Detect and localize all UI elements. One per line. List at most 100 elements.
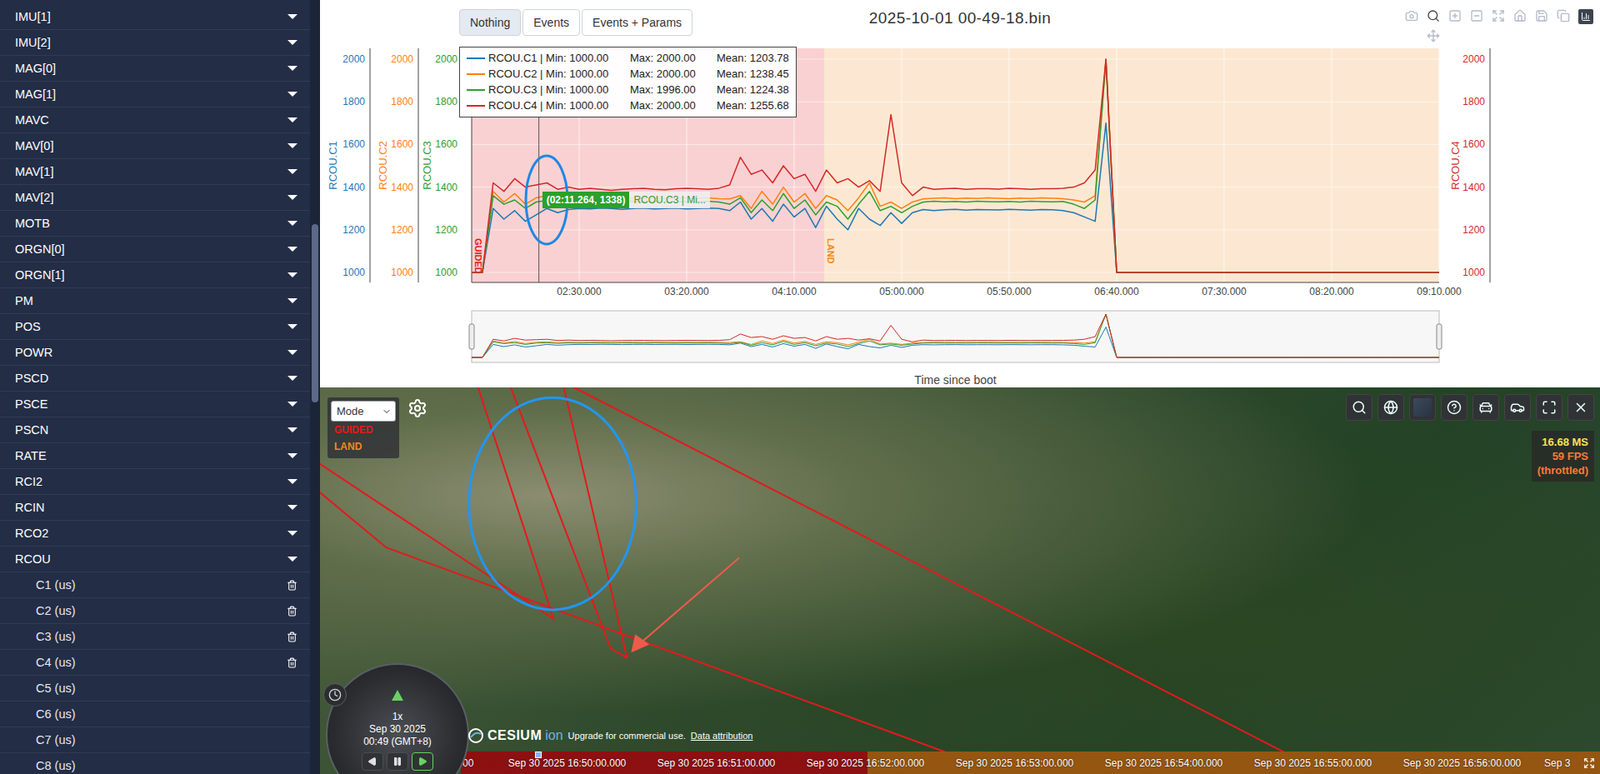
globe-button[interactable] [1377, 394, 1405, 421]
message-item[interactable]: PSCE [0, 391, 310, 418]
message-item[interactable]: POS [0, 314, 310, 340]
caret-icon[interactable] [287, 169, 298, 175]
message-item[interactable]: PSCD [0, 365, 310, 392]
caret-icon[interactable] [287, 143, 298, 149]
filter-button[interactable]: Events [522, 9, 580, 36]
gear-icon[interactable] [407, 398, 428, 419]
caret-icon[interactable] [287, 65, 298, 71]
message-item[interactable]: IMU[1] [0, 4, 310, 30]
layer-button[interactable] [1409, 394, 1436, 421]
field-item[interactable]: C8 (us) [0, 753, 310, 774]
expand-icon[interactable] [1583, 757, 1595, 770]
legend-swatch[interactable] [466, 73, 485, 75]
play-button[interactable] [411, 752, 434, 771]
home-icon[interactable] [1513, 9, 1527, 23]
caret-icon[interactable] [287, 272, 298, 278]
scrollbar[interactable] [310, 0, 320, 774]
caret-icon[interactable] [287, 246, 298, 252]
caret-icon[interactable] [287, 195, 298, 200]
field-item[interactable]: C4 (us) [0, 650, 310, 676]
field-item[interactable]: C1 (us) [0, 572, 310, 599]
fullscreen-button[interactable] [1583, 757, 1595, 770]
legend-label[interactable]: RCOU.C2 | Min: 1000.00 [488, 67, 630, 81]
reverse-button[interactable] [361, 752, 384, 771]
field-item[interactable]: C7 (us) [0, 727, 310, 754]
caret-icon[interactable] [287, 324, 298, 330]
caret-icon[interactable] [287, 375, 298, 381]
series-line[interactable] [471, 123, 1440, 273]
message-item[interactable]: RCI2 [0, 469, 310, 495]
mode-select[interactable]: Mode [330, 400, 396, 422]
message-item[interactable]: MOTB [0, 210, 310, 237]
map-view[interactable]: ModeGUIDEDLAND16.68 MS59 FPS(throttled)0… [320, 387, 1600, 774]
close-button[interactable] [1567, 394, 1595, 421]
trash-icon[interactable] [286, 605, 298, 617]
range-slider[interactable] [469, 310, 1442, 363]
pause-button[interactable] [386, 752, 409, 771]
zoom-icon[interactable] [1426, 9, 1440, 23]
timeline[interactable]: 00Sep 30 2025 16:50:00.000Sep 30 2025 16… [460, 751, 1600, 774]
message-item[interactable]: MAG[0] [0, 55, 310, 82]
message-item[interactable]: MAV[1] [0, 159, 310, 185]
legend-swatch[interactable] [466, 89, 485, 91]
vehicle-button[interactable] [1472, 394, 1500, 421]
data-attribution-link[interactable]: Data attribution [690, 730, 754, 741]
field-item[interactable]: C6 (us) [0, 701, 310, 728]
legend-label[interactable]: RCOU.C4 | Min: 1000.00 [488, 99, 630, 113]
copy-icon[interactable] [1556, 9, 1570, 23]
message-item[interactable]: RCOU [0, 546, 310, 573]
satellite-imagery[interactable] [320, 387, 1600, 774]
caret-icon[interactable] [287, 556, 298, 562]
settings-button[interactable] [407, 398, 428, 419]
caret-icon[interactable] [287, 350, 298, 355]
camera-icon[interactable] [1405, 9, 1419, 23]
scrollbar-thumb[interactable] [311, 224, 319, 403]
message-item[interactable]: POWR [0, 340, 310, 366]
timeline-playhead[interactable] [535, 751, 542, 759]
caret-icon[interactable] [287, 91, 298, 97]
zoom-out-icon[interactable] [1470, 9, 1484, 23]
message-item[interactable]: IMU[2] [0, 30, 310, 56]
message-item[interactable]: MAV[0] [0, 133, 310, 160]
legend-label[interactable]: RCOU.C3 | Min: 1000.00 [488, 83, 630, 97]
zoom-in-icon[interactable] [1448, 9, 1462, 23]
caret-icon[interactable] [287, 40, 298, 45]
pan-icon[interactable] [1426, 29, 1440, 43]
caret-icon[interactable] [287, 479, 298, 485]
field-item[interactable]: C3 (us) [0, 624, 310, 650]
clock-button[interactable] [323, 683, 347, 707]
autoscale-icon[interactable] [1491, 9, 1505, 23]
message-item[interactable]: MAG[1] [0, 81, 310, 108]
car-button[interactable] [1504, 394, 1531, 421]
caret-icon[interactable] [287, 530, 298, 536]
message-item[interactable]: MAV[2] [0, 185, 310, 211]
message-item[interactable]: RCO2 [0, 520, 310, 547]
shuttle-ring-icon[interactable] [391, 690, 404, 701]
message-item[interactable]: MAVC [0, 107, 310, 134]
caret-icon[interactable] [287, 401, 298, 407]
caret-icon[interactable] [287, 14, 298, 20]
caret-icon[interactable] [287, 220, 298, 226]
search-button[interactable] [1345, 394, 1373, 421]
cesium-logo[interactable]: CESIUMion [467, 727, 564, 745]
trash-icon[interactable] [286, 631, 298, 643]
plotly-logo-icon[interactable] [1578, 9, 1594, 25]
help-button[interactable] [1440, 394, 1468, 421]
field-item[interactable]: C5 (us) [0, 675, 310, 702]
message-item[interactable]: PM [0, 288, 310, 315]
filter-button[interactable]: Events + Params [581, 9, 693, 36]
caret-icon[interactable] [287, 117, 298, 123]
message-item[interactable]: RCIN [0, 495, 310, 521]
trash-icon[interactable] [286, 657, 298, 669]
legend-label[interactable]: RCOU.C1 | Min: 1000.00 [488, 51, 630, 65]
field-item[interactable]: C2 (us) [0, 598, 310, 625]
save-icon[interactable] [1535, 9, 1549, 23]
trash-icon[interactable] [286, 580, 298, 591]
caret-icon[interactable] [287, 298, 298, 304]
legend-swatch[interactable] [466, 105, 485, 107]
message-item[interactable]: ORGN[0] [0, 236, 310, 263]
message-item[interactable]: ORGN[1] [0, 262, 310, 289]
filter-button[interactable]: Nothing [459, 9, 521, 36]
caret-icon[interactable] [287, 427, 298, 433]
caret-icon[interactable] [287, 453, 298, 459]
